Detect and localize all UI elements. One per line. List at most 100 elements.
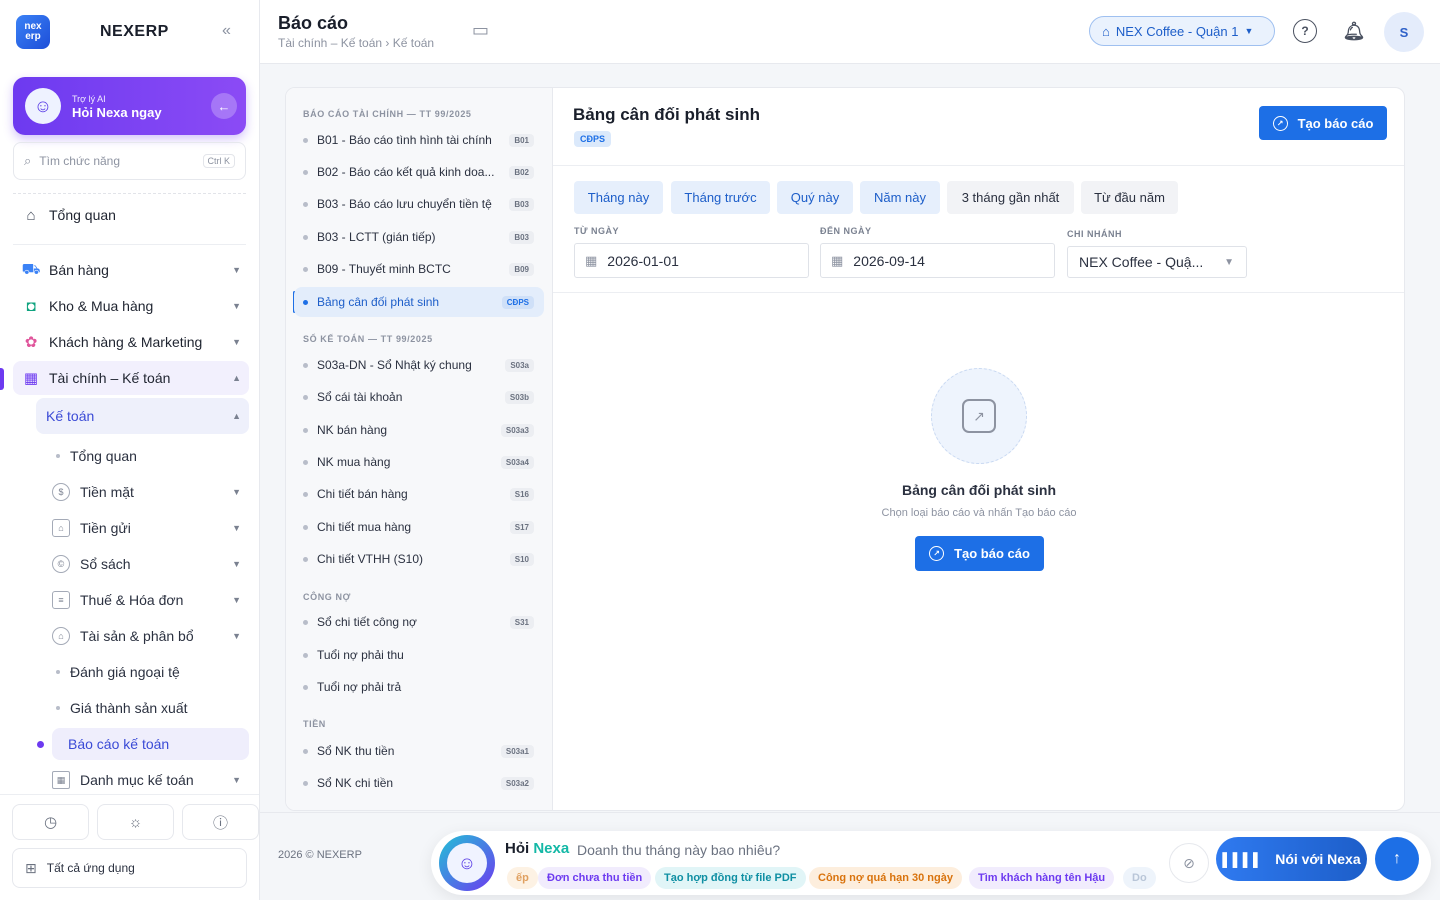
report-code-badge: B02 [509,165,534,179]
nav-accounting-label: Kế toán [46,408,95,424]
report-item[interactable]: B01 - Báo cáo tình hình tài chính B01 [294,125,544,155]
branch-selector[interactable]: ⌂ NEX Coffee - Quận 1 ▼ [1089,16,1275,46]
nav-leaf-cash[interactable]: $ Tiền mặt ▼ [52,476,249,508]
preset-last-month[interactable]: Tháng trước [671,181,770,214]
chevron-down-icon: ▼ [232,265,241,275]
arrow-left-icon[interactable]: ← [211,93,237,119]
divider [13,193,246,194]
nav-leaf-deposit[interactable]: ⌂ Tiền gửi ▼ [52,512,249,544]
report-item[interactable]: Tuổi nợ phải thu [294,640,544,670]
nav-leaf-tax[interactable]: ≡ Thuế & Hóa đơn ▼ [52,584,249,616]
report-code-badge: B03 [509,197,534,211]
report-item[interactable]: NK mua hàng S03a4 [294,447,544,477]
nav-finance[interactable]: ▦ Tài chính – Kế toán ▲ [13,361,249,395]
create-report-button[interactable]: ↗ Tạo báo cáo [1259,106,1387,140]
nav-leaf-reports[interactable]: Báo cáo kế toán [52,728,249,760]
nav-overview[interactable]: ⌂ Tổng quan [13,198,249,232]
suggestion-chip[interactable]: Đơn chưa thu tiền [538,867,652,889]
report-item[interactable]: B02 - Báo cáo kết quả kinh doa... B02 [294,157,544,187]
search-placeholder: Tìm chức năng [39,154,121,168]
report-item[interactable]: Tuổi nợ phải trả [294,672,544,702]
report-item[interactable]: Chi tiết VTHH (S10) S10 [294,544,544,574]
report-item[interactable]: Sổ chi tiết công nợ S31 [294,607,544,637]
chevron-down-icon: ▼ [232,301,241,311]
nav-leaf-overview[interactable]: Tổng quan [52,440,249,472]
report-item[interactable]: Chi tiết mua hàng S17 [294,512,544,542]
nav-leaf-assets[interactable]: ⌂ Tài sản & phân bổ ▼ [52,620,249,652]
nav-accounting[interactable]: Kế toán ▲ [36,398,249,434]
report-item[interactable]: Sổ cái tài khoản S03b [294,382,544,412]
report-label: NK mua hàng [317,455,391,469]
suggestion-chip[interactable]: Công nợ quá hạn 30 ngày [809,867,962,889]
empty-create-report-button[interactable]: ↗ Tạo báo cáo [915,536,1044,571]
chevron-down-icon: ▼ [232,559,241,569]
calendar-icon: ▦ [585,252,598,268]
bullet [56,706,60,710]
nav-warehouse[interactable]: ◘ Kho & Mua hàng ▼ [13,289,249,323]
send-icon[interactable]: ↑ [1375,837,1419,881]
report-label: Sổ chi tiết công nợ [317,615,417,629]
nav-crm-label: Khách hàng & Marketing [49,334,203,350]
report-item[interactable]: Sổ NK thu tiền S03a1 [294,736,544,766]
ai-assistant-card[interactable]: ☺ Trợ lý AI Hỏi Nexa ngay ← [13,77,246,135]
folder-icon[interactable]: ▭ [472,20,489,41]
nav-sales-label: Bán hàng [49,262,109,278]
nav-leaf-books[interactable]: © Sổ sách ▼ [52,548,249,580]
suggestion-chip[interactable]: Do [1123,867,1156,889]
report-code-badge: CĐPS [574,131,612,147]
user-avatar[interactable]: S [1384,12,1424,52]
suggestion-chip[interactable]: ếp [507,867,538,889]
nexa-prompt-input[interactable]: Doanh thu tháng này bao nhiêu? [577,842,780,858]
bullet [303,556,308,562]
invoice-icon: ≡ [52,591,70,609]
report-item[interactable]: S03a-DN - Sổ Nhật ký chung S03a [294,350,544,380]
report-item-active[interactable]: Bảng cân đối phát sinh CĐPS [294,287,544,317]
report-label: Sổ cái tài khoản [317,390,403,404]
voice-button[interactable]: ▌▌▌▌ Nói với Nexa [1216,837,1367,881]
from-date-input[interactable]: ▦ 2026-01-01 [574,243,809,278]
collapse-sidebar-icon[interactable]: « [222,22,231,40]
report-item[interactable]: B03 - LCTT (gián tiếp) B03 [294,222,544,252]
help-icon[interactable]: ? [1293,19,1317,43]
report-item[interactable]: B03 - Báo cáo lưu chuyển tiền tệ B03 [294,189,544,219]
empty-state-illustration: ↗ [931,368,1027,464]
suggestion-chip[interactable]: Tìm khách hàng tên Hậu [969,867,1115,889]
all-apps-button[interactable]: ⊞ Tất cả ứng dụng [12,848,247,888]
bullet [303,201,308,207]
preset-ytd[interactable]: Từ đầu năm [1081,181,1178,214]
nav-leaf-catalog[interactable]: ▦ Danh mục kế toán ▼ [52,764,249,796]
report-code-badge: B03 [509,230,534,244]
report-label: Chi tiết bán hàng [317,487,408,501]
report-item[interactable]: NK bán hàng S03a3 [294,415,544,445]
coin-icon: $ [52,483,70,501]
attach-icon[interactable]: ⊘ [1169,843,1209,883]
preset-this-year[interactable]: Năm này [860,181,940,214]
nav-sales[interactable]: ⛟ Bán hàng ▼ [13,253,249,287]
suggestion-chip[interactable]: Tạo hợp đồng từ file PDF [655,867,806,889]
branch-select[interactable]: NEX Coffee - Quậ... ▼ [1067,246,1247,278]
report-item[interactable]: B09 - Thuyết minh BCTC B09 [294,254,544,284]
info-button[interactable]: ⓘ [182,804,259,840]
theme-button[interactable]: ☼ [97,804,174,840]
preset-this-month[interactable]: Tháng này [574,181,663,214]
report-item[interactable]: Chi tiết bán hàng S16 [294,479,544,509]
nav-leaf-cost[interactable]: Giá thành sản xuất [52,692,249,724]
nexa-chat-bar[interactable]: ☺ Hỏi Nexa Doanh thu tháng này bao nhiêu… [431,831,1431,895]
preset-last-3-months[interactable]: 3 tháng gần nhất [947,181,1074,214]
preset-this-quarter[interactable]: Quý này [777,181,853,214]
bullet [303,266,308,272]
nav-leaf-fx[interactable]: Đánh giá ngoại tệ [52,656,249,688]
bullet [56,454,60,458]
search-input[interactable]: ⌕ Tìm chức năng Ctrl K [13,142,246,180]
bank-icon: ⌂ [52,519,70,537]
chevron-down-icon: ▼ [232,631,241,641]
branch-select-value: NEX Coffee - Quậ... [1079,254,1204,270]
history-button[interactable]: ◷ [12,804,89,840]
report-item[interactable]: Sổ NK chi tiền S03a2 [294,768,544,798]
bullet [303,427,308,433]
nav-crm[interactable]: ✿ Khách hàng & Marketing ▼ [13,325,249,359]
brand[interactable]: nex erp NEXERP [16,15,169,49]
bullet [56,670,60,674]
bell-icon[interactable]: 🔔︎ [1342,19,1366,43]
to-date-input[interactable]: ▦ 2026-09-14 [820,243,1055,278]
